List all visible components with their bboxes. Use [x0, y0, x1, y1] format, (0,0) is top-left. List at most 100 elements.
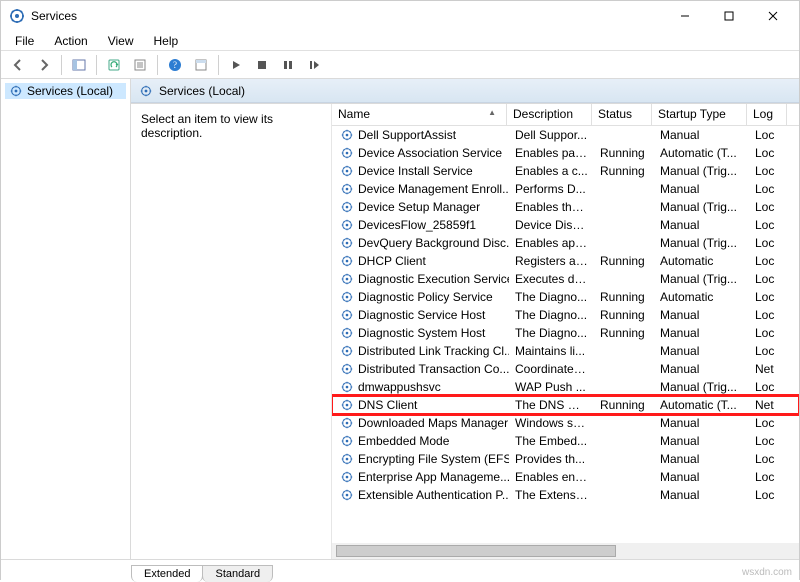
- restart-service-button[interactable]: [303, 54, 325, 76]
- service-row[interactable]: Dell SupportAssistDell Suppor...ManualLo…: [332, 126, 799, 144]
- service-row[interactable]: Downloaded Maps ManagerWindows se...Manu…: [332, 414, 799, 432]
- service-row[interactable]: Device Association ServiceEnables pair..…: [332, 144, 799, 162]
- service-row[interactable]: Extensible Authentication P...The Extens…: [332, 486, 799, 504]
- service-description: The Diagno...: [509, 326, 594, 340]
- column-status[interactable]: Status: [592, 104, 652, 125]
- horizontal-scrollbar[interactable]: [332, 543, 799, 559]
- service-row[interactable]: Diagnostic Execution ServiceExecutes dia…: [332, 270, 799, 288]
- forward-button[interactable]: [33, 54, 55, 76]
- service-row[interactable]: DHCP ClientRegisters an...RunningAutomat…: [332, 252, 799, 270]
- service-status: Running: [594, 326, 654, 340]
- help-button[interactable]: ?: [164, 54, 186, 76]
- export-list-button[interactable]: [129, 54, 151, 76]
- service-name: Encrypting File System (EFS): [358, 452, 509, 466]
- gear-icon: [340, 308, 354, 322]
- tree-node-services-local[interactable]: Services (Local): [5, 83, 126, 99]
- menu-action[interactable]: Action: [44, 32, 97, 50]
- column-startup-type[interactable]: Startup Type: [652, 104, 747, 125]
- service-row[interactable]: DNS ClientThe DNS Cli...RunningAutomatic…: [332, 396, 799, 414]
- service-startup-type: Manual (Trig...: [654, 164, 749, 178]
- service-row[interactable]: DevicesFlow_25859f1Device Disc...ManualL…: [332, 216, 799, 234]
- service-row[interactable]: dmwappushsvcWAP Push ...Manual (Trig...L…: [332, 378, 799, 396]
- service-row[interactable]: DevQuery Background Disc...Enables app..…: [332, 234, 799, 252]
- service-description: The Embed...: [509, 434, 594, 448]
- right-body: Select an item to view its description. …: [131, 103, 799, 559]
- gear-icon: [340, 254, 354, 268]
- service-row[interactable]: Embedded ModeThe Embed...ManualLoc: [332, 432, 799, 450]
- service-startup-type: Manual (Trig...: [654, 380, 749, 394]
- service-name: Distributed Link Tracking Cl...: [358, 344, 509, 358]
- service-name: dmwappushsvc: [358, 380, 441, 394]
- column-log-on-as[interactable]: Log: [747, 104, 787, 125]
- scrollbar-thumb[interactable]: [336, 545, 616, 557]
- show-hide-tree-button[interactable]: [68, 54, 90, 76]
- service-logon: Loc: [749, 164, 789, 178]
- gear-icon: [340, 128, 354, 142]
- service-description: Provides th...: [509, 452, 594, 466]
- service-status: Running: [594, 290, 654, 304]
- service-startup-type: Manual: [654, 182, 749, 196]
- pause-service-button[interactable]: [277, 54, 299, 76]
- service-row[interactable]: Enterprise App Manageme...Enables ent...…: [332, 468, 799, 486]
- gear-icon: [340, 290, 354, 304]
- toolbar-separator: [157, 55, 158, 75]
- gear-icon: [340, 362, 354, 376]
- gear-icon: [139, 84, 153, 98]
- tab-extended[interactable]: Extended: [131, 565, 203, 582]
- start-service-button[interactable]: [225, 54, 247, 76]
- service-description: Windows se...: [509, 416, 594, 430]
- back-button[interactable]: [7, 54, 29, 76]
- service-row[interactable]: Encrypting File System (EFS)Provides th.…: [332, 450, 799, 468]
- service-description: Enables the ...: [509, 200, 594, 214]
- service-startup-type: Manual: [654, 470, 749, 484]
- service-name: Diagnostic System Host: [358, 326, 485, 340]
- services-rows[interactable]: Dell SupportAssistDell Suppor...ManualLo…: [332, 126, 799, 543]
- gear-icon: [340, 218, 354, 232]
- service-logon: Loc: [749, 182, 789, 196]
- service-name: Diagnostic Policy Service: [358, 290, 493, 304]
- right-pane: Services (Local) Select an item to view …: [131, 79, 799, 559]
- console-tree-pane: Services (Local): [1, 79, 131, 559]
- properties-button[interactable]: [190, 54, 212, 76]
- minimize-button[interactable]: [663, 2, 707, 30]
- service-startup-type: Manual: [654, 434, 749, 448]
- service-row[interactable]: Device Install ServiceEnables a c...Runn…: [332, 162, 799, 180]
- service-startup-type: Manual: [654, 326, 749, 340]
- service-description: Enables a c...: [509, 164, 594, 178]
- service-logon: Loc: [749, 380, 789, 394]
- gear-icon: [340, 380, 354, 394]
- close-button[interactable]: [751, 2, 795, 30]
- column-name[interactable]: Name: [332, 104, 507, 125]
- gear-icon: [9, 84, 23, 98]
- service-startup-type: Automatic (T...: [654, 398, 749, 412]
- service-description: Enables pair...: [509, 146, 594, 160]
- service-row[interactable]: Diagnostic Service HostThe Diagno...Runn…: [332, 306, 799, 324]
- service-row[interactable]: Diagnostic System Host The Diagno...Runni…: [332, 324, 799, 342]
- column-description[interactable]: Description: [507, 104, 592, 125]
- service-row[interactable]: Device Setup ManagerEnables the ...Manua…: [332, 198, 799, 216]
- service-row[interactable]: Diagnostic Policy ServiceThe Diagno...Ru…: [332, 288, 799, 306]
- service-row[interactable]: Distributed Link Tracking Cl...Maintains…: [332, 342, 799, 360]
- column-headers: Name Description Status Startup Type Log: [332, 104, 799, 126]
- service-status: Running: [594, 398, 654, 412]
- service-description: Coordinates...: [509, 362, 594, 376]
- gear-icon: [340, 182, 354, 196]
- menu-help[interactable]: Help: [144, 32, 189, 50]
- service-row[interactable]: Distributed Transaction Co...Coordinates…: [332, 360, 799, 378]
- service-row[interactable]: Device Management Enroll...Performs D...…: [332, 180, 799, 198]
- service-startup-type: Manual (Trig...: [654, 272, 749, 286]
- service-description: The Extensi...: [509, 488, 594, 502]
- detail-prompt: Select an item to view its description.: [141, 112, 273, 140]
- window-controls: [663, 2, 795, 30]
- gear-icon: [340, 398, 354, 412]
- service-logon: Loc: [749, 344, 789, 358]
- menu-view[interactable]: View: [98, 32, 144, 50]
- stop-service-button[interactable]: [251, 54, 273, 76]
- service-name: Dell SupportAssist: [358, 128, 456, 142]
- refresh-button[interactable]: [103, 54, 125, 76]
- service-startup-type: Manual: [654, 344, 749, 358]
- menu-file[interactable]: File: [5, 32, 44, 50]
- tab-standard[interactable]: Standard: [202, 565, 273, 582]
- maximize-button[interactable]: [707, 2, 751, 30]
- toolbar-separator: [61, 55, 62, 75]
